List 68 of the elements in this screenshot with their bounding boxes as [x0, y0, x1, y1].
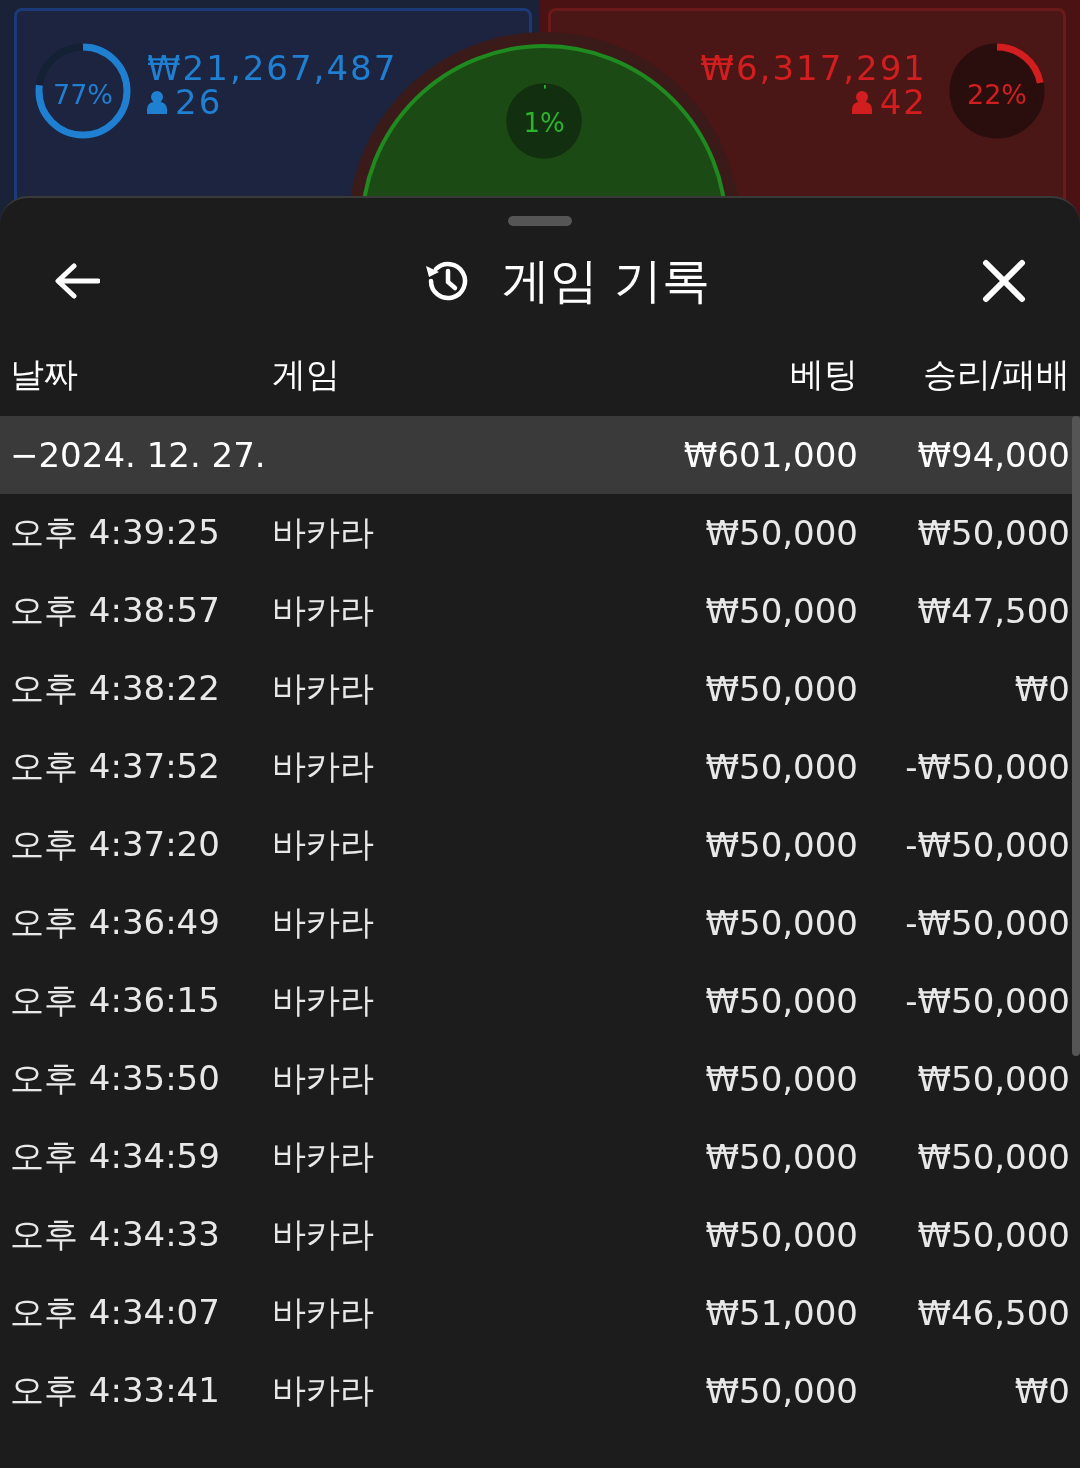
sheet-title: 게임 기록 [502, 251, 710, 310]
table-cell-text: -₩50,000 [904, 981, 1070, 1021]
table-cell-text: 바카라 [272, 745, 375, 788]
table-cell-text: ₩50,000 [704, 1059, 858, 1099]
percent-label: 1% [523, 108, 565, 138]
table-cell-text: 바카라 [272, 667, 375, 710]
table-cell-text: ₩51,000 [704, 1293, 858, 1333]
table-cell-text: 오후 4:35:50 [10, 1057, 221, 1100]
table-cell-text: 바카라 [272, 1213, 375, 1256]
table-cell-text: ₩47,500 [916, 591, 1070, 631]
table-cell-text: ₩46,500 [916, 1293, 1070, 1333]
table-cell-text: 바카라 [272, 589, 375, 632]
table-cell-text: 오후 4:34:59 [10, 1135, 221, 1178]
table-cell-text: 오후 4:34:07 [10, 1291, 221, 1334]
table-cell-text: ₩50,000 [704, 747, 858, 787]
player-count: 42 [879, 85, 927, 119]
table-cell-text: 오후 4:38:57 [10, 589, 221, 632]
table-cell-text: 오후 4:37:20 [10, 823, 221, 866]
table-cell-text: ₩0 [1013, 669, 1070, 709]
table-cell-text: ₩50,000 [704, 1137, 858, 1177]
amount-label: ₩6,317,291 [700, 51, 927, 85]
percent-label: 77% [52, 79, 114, 110]
person-icon [851, 90, 872, 114]
table-cell-text: 바카라 [272, 1291, 375, 1334]
table-cell-text: 바카라 [272, 823, 375, 866]
table-cell-text: ₩50,000 [916, 1059, 1070, 1099]
table-cell-text: ₩50,000 [916, 513, 1070, 553]
table-cell-text: ₩50,000 [704, 1215, 858, 1255]
table-cell-text: 오후 4:38:22 [10, 667, 221, 710]
percent-label: 22% [966, 79, 1028, 110]
table-cell-text: 오후 4:37:52 [10, 745, 221, 788]
drag-handle[interactable] [508, 216, 572, 226]
table-cell-text: 오후 4:36:49 [10, 901, 221, 944]
table-cell-text: ₩50,000 [916, 1215, 1070, 1255]
column-header: 게임 [272, 353, 341, 396]
table-cell-text: ₩50,000 [704, 825, 858, 865]
table-cell-text: ₩50,000 [704, 513, 858, 553]
person-icon [147, 90, 167, 114]
table-cell-text: 오후 4:39:25 [10, 511, 221, 554]
table-cell-text: -₩50,000 [904, 903, 1070, 943]
table-cell-text: 오후 4:36:15 [10, 979, 221, 1022]
table-cell-text: ₩50,000 [704, 903, 858, 943]
table-cell-text: ₩50,000 [916, 1137, 1070, 1177]
table-cell-text: 바카라 [272, 1369, 375, 1412]
table-cell-text: 오후 4:34:33 [10, 1213, 221, 1256]
scrollbar[interactable] [1072, 416, 1080, 1056]
table-cell-text: −2024. 12. 27. [10, 435, 267, 475]
table-cell-text: 바카라 [272, 1135, 375, 1178]
table-cell-text: ₩94,000 [916, 435, 1070, 475]
table-cell-text: ₩601,000 [682, 435, 858, 475]
table-cell-text: 바카라 [272, 979, 375, 1022]
table-cell-text: 바카라 [272, 901, 375, 944]
table-cell-text: ₩50,000 [704, 1371, 858, 1411]
column-header: 날짜 [10, 353, 79, 396]
amount-label: ₩21,267,487 [147, 51, 398, 85]
table-cell-text: ₩50,000 [704, 981, 858, 1021]
table-cell-text: 바카라 [272, 511, 375, 554]
table-cell-text: ₩50,000 [704, 669, 858, 709]
table-cell-text: -₩50,000 [904, 747, 1070, 787]
table-cell-text: ₩50,000 [704, 591, 858, 631]
table-cell-text: 오후 4:33:41 [10, 1369, 221, 1412]
date-group-row[interactable]: −2024. 12. 27. ₩601,000 ₩94,000 [0, 416, 1080, 494]
table-cell-text: 바카라 [272, 1057, 375, 1100]
column-header: 승리/패배 [921, 353, 1070, 396]
table-cell-text: -₩50,000 [904, 825, 1070, 865]
table-cell-text: ₩0 [1013, 1371, 1070, 1411]
player-count: 26 [175, 85, 223, 119]
column-header: 베팅 [789, 353, 858, 396]
